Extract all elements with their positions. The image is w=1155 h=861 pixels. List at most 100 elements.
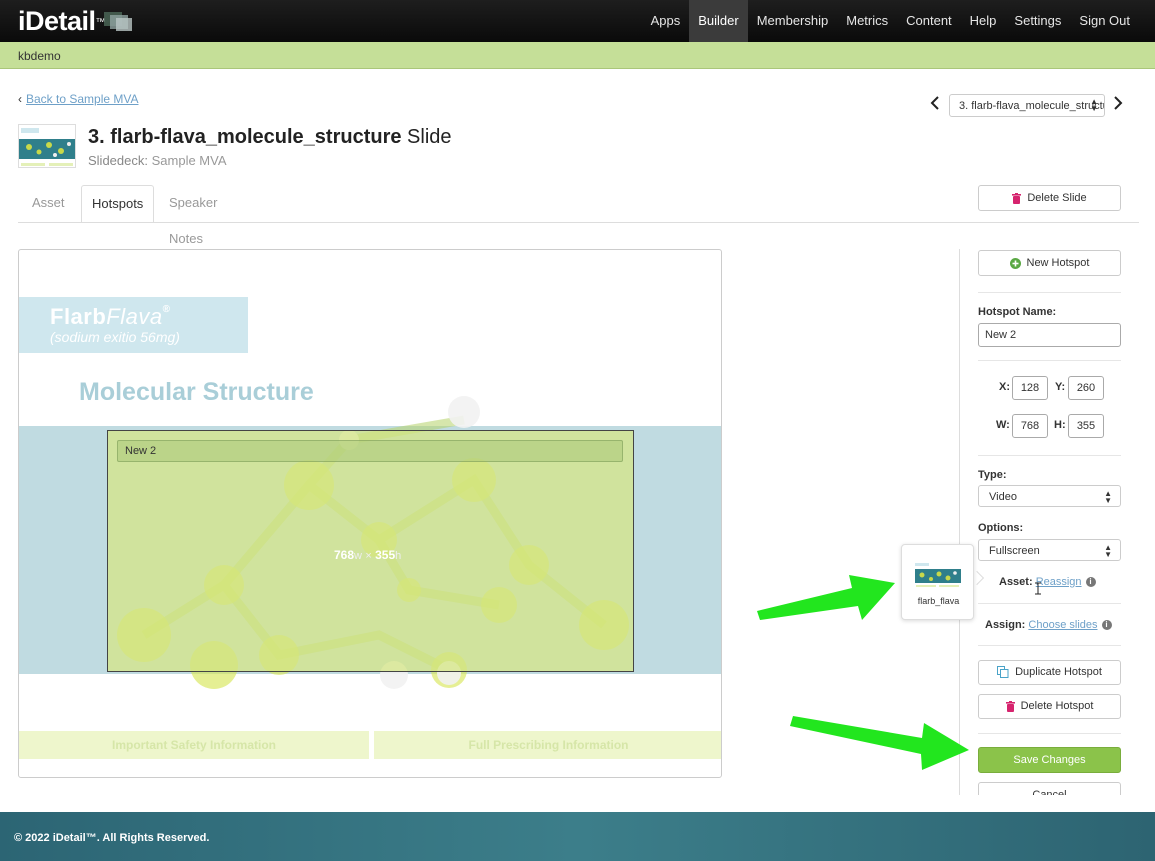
w-input[interactable] [1012, 414, 1048, 438]
cancel-button[interactable]: Cancel [978, 782, 1121, 795]
nav-metrics[interactable]: Metrics [837, 0, 897, 42]
x-input[interactable] [1012, 376, 1048, 400]
brand-logo[interactable]: iDetail™ [18, 6, 106, 36]
trash-icon [1012, 192, 1022, 204]
separator [978, 603, 1121, 604]
asset-thumbnail [915, 562, 961, 588]
separator [978, 360, 1121, 361]
hotspot-size-label: 768w × 355h [334, 548, 402, 562]
options-select-value: Fullscreen [989, 545, 1040, 557]
hotspot-name-label: New 2 [117, 440, 623, 462]
tab-speaker-notes[interactable]: Speaker Notes [159, 185, 227, 246]
separator [978, 455, 1121, 456]
top-nav: iDetail™ Apps Builder Membership Metrics… [0, 0, 1155, 42]
main-nav: Apps Builder Membership Metrics Content … [642, 0, 1139, 42]
chevron-right-icon [1114, 96, 1123, 110]
duplicate-hotspot-button[interactable]: Duplicate Hotspot [978, 660, 1121, 685]
hotspot-name-input[interactable] [978, 323, 1121, 347]
h-label: H: [1054, 419, 1066, 431]
slide-name: flarb-flava_molecule_structure [110, 126, 402, 148]
slidedeck-name: Sample MVA [151, 153, 227, 168]
tabs-divider [18, 222, 1139, 223]
slide-thumbnail [18, 124, 76, 168]
w-label: W: [996, 419, 1010, 431]
plus-circle-icon [1009, 257, 1021, 269]
text-cursor-icon [1035, 582, 1041, 595]
nav-help[interactable]: Help [961, 0, 1006, 42]
slidedeck-info: Slidedeck: Sample MVA [88, 153, 227, 168]
info-icon[interactable]: i [1085, 577, 1096, 588]
delete-hotspot-button[interactable]: Delete Hotspot [978, 694, 1121, 719]
slide-navigator: 3. flarb-flava_molecule_structure ▲ ▼ [930, 94, 1130, 118]
info-icon[interactable]: i [1101, 620, 1112, 631]
asset-popover[interactable]: flarb_flava [901, 544, 974, 620]
nav-apps[interactable]: Apps [642, 0, 690, 42]
nav-builder[interactable]: Builder [689, 0, 748, 42]
arrow-to-save-icon [790, 716, 969, 770]
y-label: Y: [1055, 381, 1066, 393]
brand-name: iDetail [18, 6, 96, 36]
type-select-value: Video [989, 491, 1017, 503]
safety-info-button[interactable]: Important Safety Information [19, 731, 369, 759]
account-name: kbdemo [18, 49, 61, 63]
options-select[interactable]: Fullscreen ▲ ▼ [978, 539, 1121, 561]
save-changes-button[interactable]: Save Changes [978, 747, 1121, 773]
page-title: 3. flarb-flava_molecule_structure Slide [88, 126, 452, 149]
nav-sign-out[interactable]: Sign Out [1070, 0, 1139, 42]
asset-label: Asset: [999, 576, 1033, 588]
type-label: Type: [978, 469, 1007, 481]
chevron-left-icon: ‹ [18, 92, 22, 106]
reassign-link[interactable]: Reassign [1036, 576, 1082, 588]
y-input[interactable] [1068, 376, 1104, 400]
separator [978, 292, 1121, 293]
slide-select-value: 3. flarb-flava_molecule_structure [959, 100, 1105, 112]
arrow-to-asset-icon [757, 575, 895, 620]
page-footer: © 2022 iDetail™. All Rights Reserved. [0, 812, 1155, 861]
assign-label: Assign: [985, 619, 1026, 631]
slide-brand-subtitle: (sodium exitio 56mg) [50, 329, 180, 345]
h-input[interactable] [1068, 414, 1104, 438]
options-label: Options: [978, 522, 1024, 534]
asset-name: flarb_flava [917, 596, 960, 606]
slide-select[interactable]: 3. flarb-flava_molecule_structure ▲ ▼ [949, 94, 1105, 117]
panel-divider [959, 249, 960, 795]
prescribing-info-button[interactable]: Full Prescribing Information [374, 731, 721, 759]
logo-squares-icon [104, 12, 134, 32]
assign-row: Assign: Choose slides i [985, 619, 1112, 631]
nav-settings[interactable]: Settings [1005, 0, 1070, 42]
duplicate-hotspot-label: Duplicate Hotspot [1015, 666, 1102, 678]
hotspot-region[interactable]: New 2 768w × 355h [107, 430, 634, 672]
slide-brand-name: FlarbFlava® [50, 304, 171, 329]
tab-asset[interactable]: Asset [22, 185, 75, 223]
prev-slide-button[interactable] [930, 96, 940, 115]
cancel-button-clip: Cancel [978, 782, 1121, 795]
separator [978, 733, 1121, 734]
copyright: © 2022 iDetail™. All Rights Reserved. [14, 832, 210, 844]
updown-icon: ▲ ▼ [1104, 489, 1112, 505]
slide-canvas[interactable]: FlarbFlava® (sodium exitio 56mg) Molecul… [18, 249, 722, 778]
nav-content[interactable]: Content [897, 0, 961, 42]
trash-icon [1005, 700, 1015, 712]
new-hotspot-button[interactable]: New Hotspot [978, 250, 1121, 276]
slidedeck-label: Slidedeck: [88, 153, 148, 168]
delete-slide-label: Delete Slide [1027, 192, 1087, 204]
back-link-label: Back to Sample MVA [26, 92, 139, 106]
delete-hotspot-label: Delete Hotspot [1020, 700, 1094, 712]
updown-icon: ▲ ▼ [1104, 543, 1112, 559]
new-hotspot-label: New Hotspot [1026, 257, 1090, 269]
tab-hotspots[interactable]: Hotspots [81, 185, 155, 223]
x-label: X: [999, 381, 1010, 393]
back-link[interactable]: ‹ Back to Sample MVA [18, 92, 139, 106]
chevron-left-icon [930, 96, 939, 110]
next-slide-button[interactable] [1113, 96, 1123, 115]
type-select[interactable]: Video ▲ ▼ [978, 485, 1121, 507]
choose-slides-link[interactable]: Choose slides [1028, 619, 1097, 631]
nav-membership[interactable]: Membership [748, 0, 838, 42]
hotspot-name-field-label: Hotspot Name: [978, 306, 1057, 318]
slide-number: 3. [88, 126, 105, 148]
separator [978, 645, 1121, 646]
account-bar: kbdemo [0, 42, 1155, 69]
asset-row: Asset: Reassign i [999, 576, 1096, 588]
slide-suffix: Slide [407, 126, 452, 148]
delete-slide-button[interactable]: Delete Slide [978, 185, 1121, 211]
